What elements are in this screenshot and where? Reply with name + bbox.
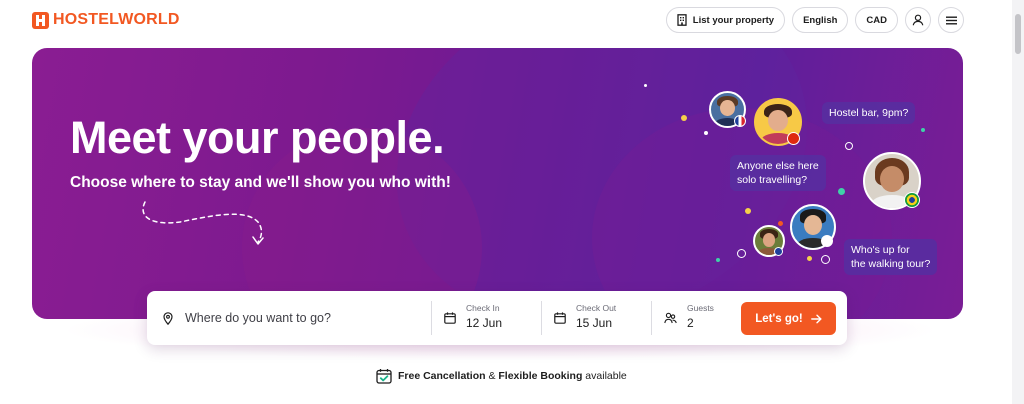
search-divider xyxy=(431,301,432,335)
perk-text: Free Cancellation & Flexible Booking ava… xyxy=(398,370,627,382)
guests-label: Guests xyxy=(687,303,714,313)
flag-icon xyxy=(774,247,783,256)
france-flag-icon xyxy=(734,115,746,127)
free-cancellation-notice: Free Cancellation & Flexible Booking ava… xyxy=(376,368,627,384)
search-divider xyxy=(651,301,652,335)
china-flag-icon xyxy=(787,132,800,145)
language-label: English xyxy=(803,14,838,26)
decor-ring xyxy=(737,249,746,258)
destination-input[interactable] xyxy=(185,311,415,325)
check-out-value: 15 Jun xyxy=(576,316,613,330)
search-bar: Check In 12 Jun Check Out 15 Jun xyxy=(147,291,847,345)
search-divider xyxy=(541,301,542,335)
scrollbar-thumb[interactable] xyxy=(1015,14,1021,54)
chat-bubble-text: Who's up for xyxy=(851,244,910,256)
location-pin-icon xyxy=(163,311,173,325)
check-in-field[interactable]: Check In 12 Jun xyxy=(444,303,502,332)
check-in-value: 12 Jun xyxy=(466,316,503,330)
chat-bubble-text: Anyone else here xyxy=(737,160,819,172)
check-in-label: Check In xyxy=(466,303,500,313)
currency-label: CAD xyxy=(866,14,887,26)
calendar-icon xyxy=(444,312,456,324)
hero-title: Meet your people. xyxy=(70,112,445,163)
logo-mark-icon xyxy=(32,11,49,29)
perk-ampersand: & xyxy=(485,370,499,382)
currency-button[interactable]: CAD xyxy=(855,7,898,33)
building-icon xyxy=(677,14,687,26)
hero-banner: Meet your people. Choose where to stay a… xyxy=(32,48,963,319)
perk-flexible-booking: Flexible Booking xyxy=(498,370,583,382)
hamburger-menu-icon xyxy=(945,16,957,24)
brazil-flag-icon xyxy=(904,192,920,208)
menu-button[interactable] xyxy=(938,7,964,33)
page-scrollbar[interactable] xyxy=(1012,0,1024,404)
dashed-arrow-icon xyxy=(142,201,264,245)
chat-bubble-walking-tour: Who's up for the walking tour? xyxy=(844,239,938,275)
decor-dot xyxy=(745,208,751,214)
guests-value: 2 xyxy=(687,316,694,330)
list-property-label: List your property xyxy=(692,14,775,26)
calendar-check-icon xyxy=(376,369,392,384)
perk-free-cancellation: Free Cancellation xyxy=(398,370,486,382)
arrow-right-icon xyxy=(810,314,822,323)
decor-dot xyxy=(921,128,925,132)
decor-dot xyxy=(644,84,647,87)
chat-bubble-solo-travel: Anyone else here solo travelling? xyxy=(730,155,826,191)
check-out-label: Check Out xyxy=(576,303,617,313)
language-button[interactable]: English xyxy=(792,7,849,33)
decor-dot xyxy=(716,258,720,262)
logo-text: HOSTELWORLD xyxy=(53,11,180,28)
account-button[interactable] xyxy=(905,7,931,33)
page: HOSTELWORLD List your property English C… xyxy=(0,0,1024,404)
lets-go-label: Let's go! xyxy=(755,312,803,325)
decor-dot xyxy=(778,221,783,226)
guests-icon xyxy=(664,312,677,324)
guests-field[interactable]: Guests 2 xyxy=(664,303,714,332)
perk-available: available xyxy=(582,370,627,382)
hostelworld-logo[interactable]: HOSTELWORLD xyxy=(32,11,180,29)
lets-go-button[interactable]: Let's go! xyxy=(741,302,836,335)
check-out-field[interactable]: Check Out 15 Jun xyxy=(554,303,616,332)
calendar-icon xyxy=(554,312,566,324)
decor-ring xyxy=(845,142,853,150)
destination-field[interactable] xyxy=(163,291,415,345)
list-property-button[interactable]: List your property xyxy=(665,7,786,33)
header-actions: List your property English CAD xyxy=(665,7,964,33)
chat-bubble-text: the walking tour? xyxy=(851,258,931,270)
chat-bubble-hostel-bar: Hostel bar, 9pm? xyxy=(822,102,916,124)
chat-bubble-text: solo travelling? xyxy=(737,174,808,186)
hero-subtitle: Choose where to stay and we'll show you … xyxy=(70,174,451,191)
decor-dot xyxy=(681,115,687,121)
decor-dot xyxy=(838,188,845,195)
decor-ring xyxy=(821,255,830,264)
chat-bubble-text: Hostel bar, 9pm? xyxy=(829,107,909,119)
decor-dot xyxy=(704,131,708,135)
user-icon xyxy=(912,14,924,26)
flag-icon xyxy=(821,235,833,247)
decor-dot xyxy=(807,256,812,261)
